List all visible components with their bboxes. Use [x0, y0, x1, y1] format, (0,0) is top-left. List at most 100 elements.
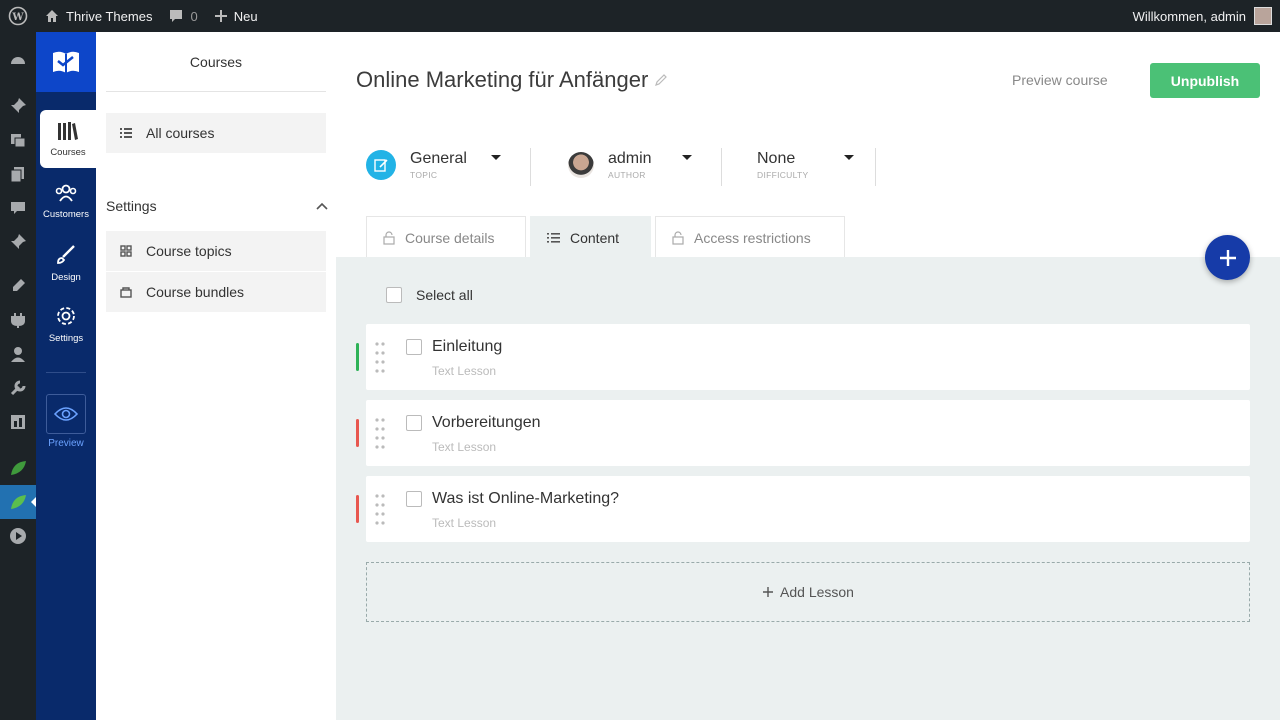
course-topics-item[interactable]: Course topics — [106, 231, 326, 271]
meta-divider — [530, 148, 531, 186]
tab-course-details[interactable]: Course details — [366, 216, 526, 258]
nav-design-label: Design — [51, 272, 81, 283]
plus-icon — [1219, 249, 1236, 266]
nav-settings[interactable]: Settings — [36, 305, 96, 344]
thrive-apprentice-icon[interactable] — [8, 492, 28, 512]
pin2-icon[interactable] — [8, 232, 28, 252]
home-icon — [46, 10, 58, 22]
status-indicator — [356, 419, 359, 447]
plugins-icon[interactable] — [8, 310, 28, 330]
courses-panel: Courses All courses Settings Course topi… — [96, 32, 336, 720]
nav-customers[interactable]: Customers — [36, 183, 96, 220]
lesson-row[interactable]: Einleitung Text Lesson — [356, 324, 1250, 390]
grid-icon — [120, 245, 132, 257]
panel-divider — [106, 91, 326, 92]
unpublish-button[interactable]: Unpublish — [1150, 63, 1260, 98]
svg-text:W: W — [11, 12, 24, 23]
tools-icon[interactable] — [8, 378, 28, 398]
chevron-down-icon — [844, 155, 855, 165]
preview-course-link[interactable]: Preview course — [1012, 72, 1108, 88]
lesson-title[interactable]: Vorbereitungen — [432, 414, 541, 432]
pencil-icon[interactable] — [654, 73, 668, 87]
settings-heading: Settings — [106, 198, 157, 214]
eye-icon — [54, 407, 78, 421]
author-label: AUTHOR — [608, 170, 646, 180]
lesson-checkbox[interactable] — [406, 415, 422, 431]
lesson-row[interactable]: Was ist Online-Marketing? Text Lesson — [356, 476, 1250, 542]
nav-design[interactable]: Design — [36, 244, 96, 283]
wp-admin-menu — [0, 32, 36, 720]
avatar — [1254, 7, 1272, 25]
media-icon[interactable] — [8, 130, 28, 150]
topic-dropdown[interactable]: General TOPIC — [366, 144, 501, 186]
lesson-checkbox[interactable] — [406, 491, 422, 507]
author-avatar — [568, 152, 594, 178]
nav-settings-label: Settings — [48, 333, 84, 344]
lesson-checkbox[interactable] — [406, 339, 422, 355]
leaf-icon[interactable] — [8, 458, 28, 478]
lesson-row[interactable]: Vorbereitungen Text Lesson — [356, 400, 1250, 466]
appearance-icon[interactable] — [8, 276, 28, 296]
pin-icon[interactable] — [8, 96, 28, 116]
apprentice-logo-icon[interactable] — [36, 32, 96, 92]
course-title[interactable]: Online Marketing für Anfänger — [356, 67, 668, 93]
drag-handle-icon[interactable] — [374, 493, 386, 525]
wordpress-logo-icon[interactable]: W — [0, 0, 36, 32]
welcome-text: Willkommen, admin — [1132, 8, 1246, 24]
course-topics-label: Course topics — [146, 243, 232, 259]
nav-courses-label: Courses — [50, 146, 86, 158]
tab-content-label: Content — [570, 229, 620, 246]
author-value: admin — [608, 150, 652, 167]
drag-handle-icon[interactable] — [374, 417, 386, 449]
lesson-title[interactable]: Was ist Online-Marketing? — [432, 490, 619, 508]
difficulty-dropdown[interactable]: None DIFFICULTY — [757, 144, 855, 186]
tab-access-restrictions-label: Access restrictions — [694, 229, 811, 246]
panel-title: Courses — [189, 54, 243, 70]
preview-label: Preview — [48, 438, 84, 449]
drag-handle-icon[interactable] — [374, 341, 386, 373]
comments-menu-icon[interactable] — [8, 198, 28, 218]
admin-bar: W Thrive Themes 0 Neu Willkommen, admin — [0, 0, 1280, 32]
gear-icon — [57, 307, 75, 325]
account-menu[interactable]: Willkommen, admin — [1133, 7, 1280, 25]
settings-section-toggle[interactable]: Settings — [106, 198, 328, 214]
comments-link[interactable]: 0 — [160, 0, 205, 32]
list-icon — [547, 232, 560, 243]
site-name: Thrive Themes — [66, 8, 153, 24]
lock-icon — [383, 230, 395, 245]
nav-courses[interactable]: Courses — [40, 110, 96, 168]
difficulty-value: None — [757, 150, 796, 167]
topic-icon — [366, 150, 396, 180]
apprentice-sidebar: Courses Customers Design Settings Previe… — [36, 32, 96, 720]
settings-menu-icon[interactable] — [8, 412, 28, 432]
plus-icon — [214, 10, 227, 22]
preview-button[interactable] — [46, 394, 86, 434]
tab-course-details-label: Course details — [405, 229, 495, 246]
lesson-title[interactable]: Einleitung — [432, 338, 502, 356]
pages-icon[interactable] — [8, 164, 28, 184]
play-icon[interactable] — [8, 526, 28, 546]
new-content-link[interactable]: Neu — [206, 0, 266, 32]
comment-icon — [170, 10, 183, 22]
tab-content[interactable]: Content — [530, 216, 651, 258]
users-menu-icon[interactable] — [8, 344, 28, 364]
lesson-type: Text Lesson — [432, 516, 497, 530]
chevron-down-icon — [490, 155, 501, 165]
add-lesson-button[interactable]: Add Lesson — [366, 562, 1250, 622]
course-editor: Online Marketing für Anfänger Preview co… — [336, 32, 1280, 720]
select-all[interactable]: Select all — [386, 287, 473, 303]
status-indicator — [356, 495, 359, 523]
site-link[interactable]: Thrive Themes — [36, 0, 160, 32]
dashboard-icon[interactable] — [8, 50, 28, 70]
tab-access-restrictions[interactable]: Access restrictions — [655, 216, 845, 258]
select-all-checkbox[interactable] — [386, 287, 402, 303]
author-dropdown[interactable]: admin AUTHOR — [568, 144, 692, 186]
status-indicator — [356, 343, 359, 371]
add-content-fab[interactable] — [1205, 235, 1250, 280]
nav-customers-label: Customers — [43, 209, 89, 220]
chevron-up-icon — [316, 202, 328, 210]
chevron-down-icon — [681, 155, 692, 165]
all-courses-item[interactable]: All courses — [106, 113, 326, 153]
meta-divider — [875, 148, 876, 186]
course-bundles-item[interactable]: Course bundles — [106, 272, 326, 312]
